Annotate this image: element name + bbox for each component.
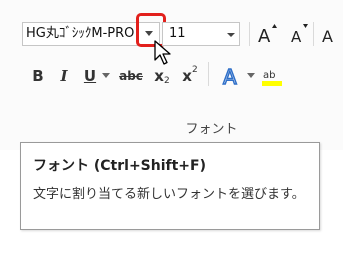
text-effects-icon: A [222, 64, 238, 89]
font-tooltip: フォント (Ctrl+Shift+F) 文字に割り当てる新しいフォントを選びます… [20, 142, 320, 230]
italic-label: I [60, 67, 68, 85]
ribbon-separator [249, 22, 250, 46]
text-effects-button[interactable]: A [220, 62, 246, 90]
shrink-font-button[interactable]: A [288, 20, 314, 48]
subscript-digit: 2 [163, 76, 170, 86]
grow-font-label: A [258, 26, 271, 47]
font-ribbon-group: HG丸ｺﾞｼｯｸM-PRO 11 A A A B I U abc x 2 x 2… [0, 0, 343, 150]
highlighter-icon: ab [262, 70, 282, 86]
bold-button[interactable]: B [28, 62, 48, 90]
superscript-label: x [182, 67, 192, 85]
change-case-button[interactable]: A [318, 20, 343, 48]
grow-arrow-icon [272, 24, 277, 28]
grow-font-button[interactable]: A [256, 20, 282, 48]
shrink-font-label: A [291, 28, 302, 46]
text-effects-label: A [223, 65, 237, 89]
superscript-button[interactable]: x 2 [178, 62, 202, 90]
change-case-label: A [322, 27, 333, 46]
subscript-button[interactable]: x 2 [150, 62, 174, 90]
underline-button[interactable]: U [80, 62, 100, 90]
font-group-label: フォント [185, 122, 238, 137]
shrink-arrow-icon [303, 24, 308, 28]
mouse-pointer-icon [153, 40, 177, 66]
bold-label: B [32, 67, 44, 85]
italic-button[interactable]: I [54, 62, 74, 90]
ribbon-separator [208, 62, 209, 86]
highlight-label: ab [263, 70, 275, 81]
font-size-dropdown-arrow-icon[interactable] [226, 27, 236, 41]
ribbon-separator [313, 22, 314, 46]
superscript-digit: 2 [191, 65, 198, 75]
text-effects-dropdown-arrow-icon[interactable] [246, 62, 256, 90]
underline-dropdown-arrow-icon[interactable] [101, 62, 111, 90]
underline-label: U [83, 67, 97, 85]
strikethrough-label: abc [119, 69, 143, 83]
tooltip-title: フォント (Ctrl+Shift+F) [33, 158, 206, 174]
text-highlight-button[interactable]: ab [260, 62, 284, 90]
subscript-label: x [154, 67, 164, 85]
tooltip-description: 文字に割り当てる新しいフォントを選びます。 [33, 187, 305, 202]
strikethrough-button[interactable]: abc [116, 62, 146, 90]
